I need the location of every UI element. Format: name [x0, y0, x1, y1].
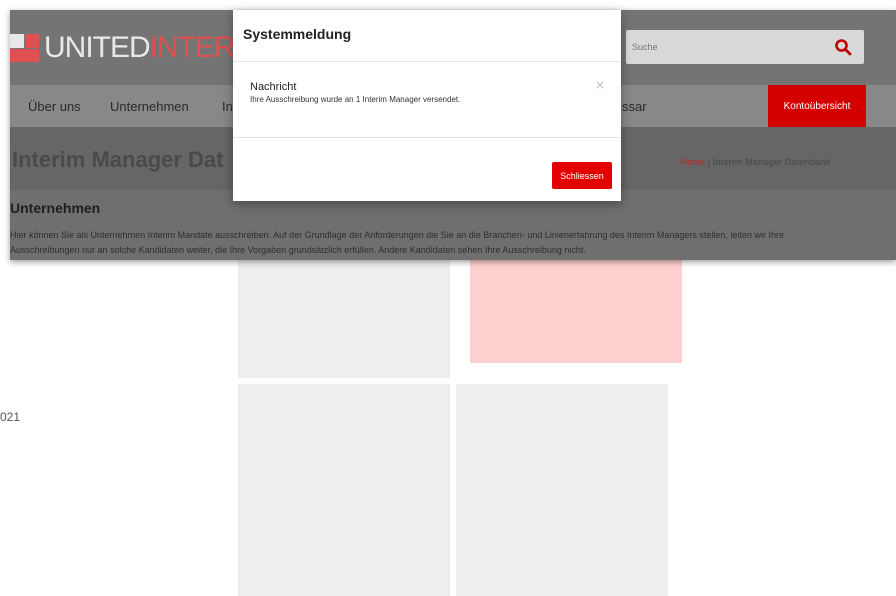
nav-item-interim[interactable]: In: [222, 99, 233, 114]
content-tile: [238, 255, 450, 378]
message-text: Ihre Ausschreibung wurde an 1 Interim Ma…: [250, 95, 461, 104]
year-fragment: 021: [0, 410, 21, 424]
dialog-header: Systemmeldung: [233, 10, 621, 62]
content-tile-highlight: [470, 255, 682, 363]
search-input[interactable]: [626, 30, 826, 64]
nav-item-ueber-uns[interactable]: Über uns: [28, 99, 81, 114]
dialog-body: Nachricht Ihre Ausschreibung wurde an 1 …: [233, 62, 621, 138]
section-title: Unternehmen: [10, 200, 101, 216]
dialog-title: Systemmeldung: [243, 26, 352, 42]
dialog-footer: Schliessen: [233, 138, 621, 201]
nav-item-glossar[interactable]: ssar: [622, 99, 647, 114]
close-button[interactable]: Schliessen: [552, 162, 612, 189]
breadcrumb: Home | Interim Manager Datenbank: [680, 157, 831, 167]
nav-item-unternehmen[interactable]: Unternehmen: [110, 99, 189, 114]
search-box: [626, 30, 864, 64]
section-description: Hier können Sie als Unternehmen Interim …: [10, 230, 784, 255]
logo-icon: [10, 34, 40, 62]
close-icon[interactable]: ×: [595, 78, 605, 92]
content-tile: [456, 384, 668, 596]
breadcrumb-home[interactable]: Home: [680, 157, 705, 167]
account-overview-button[interactable]: Kontoübersicht: [768, 85, 866, 127]
breadcrumb-current: Interim Manager Datenbank: [712, 157, 831, 167]
search-icon[interactable]: [834, 38, 852, 56]
message-heading: Nachricht: [250, 81, 297, 93]
system-message-dialog: Systemmeldung Nachricht Ihre Ausschreibu…: [233, 10, 621, 201]
breadcrumb-separator: |: [707, 157, 711, 167]
content-tile: [238, 384, 450, 596]
page-title: Interim Manager Dat: [12, 147, 224, 172]
logo[interactable]: UNITEDINTERIM: [10, 28, 267, 68]
